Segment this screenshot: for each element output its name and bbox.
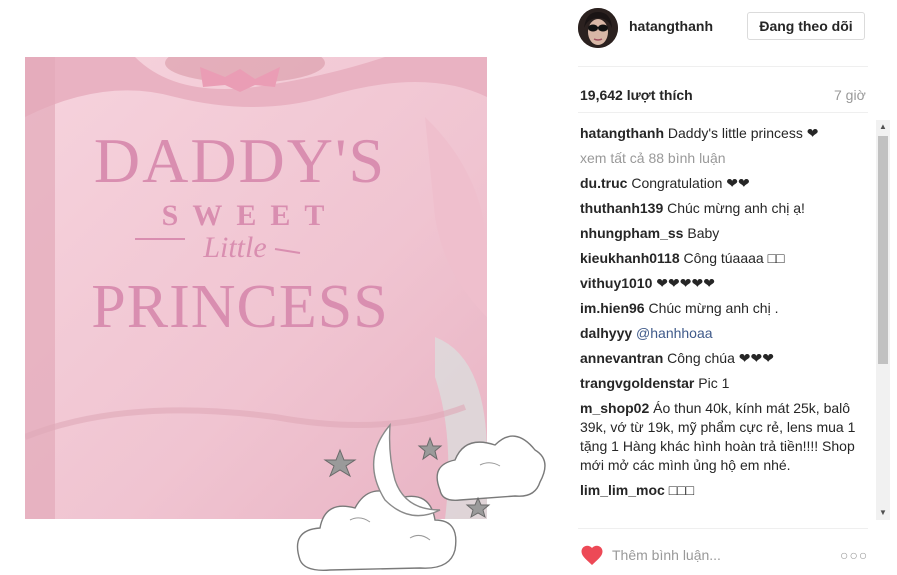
scroll-down-arrow-icon[interactable]: ▼ bbox=[876, 506, 890, 520]
comment-item: du.truc Congratulation ❤❤ bbox=[580, 174, 872, 193]
print-daddys: DADDY'S bbox=[94, 125, 386, 196]
comment-item: lim_lim_moc □□□ bbox=[580, 481, 872, 500]
comment-user[interactable]: dalhyyy bbox=[580, 325, 632, 341]
user-avatar[interactable] bbox=[578, 8, 618, 48]
comment-item: m_shop02 Áo thun 40k, kính mát 25k, balô… bbox=[580, 399, 872, 475]
following-button[interactable]: Đang theo dõi bbox=[747, 12, 865, 40]
more-options-icon[interactable]: ○○○ bbox=[840, 547, 868, 563]
comment-text: Daddy's little princess ❤ bbox=[667, 125, 819, 141]
avatar-image bbox=[578, 8, 618, 48]
comment-user[interactable]: im.hien96 bbox=[580, 300, 645, 316]
add-comment-input[interactable] bbox=[612, 544, 812, 566]
comment-item: im.hien96 Chúc mừng anh chị . bbox=[580, 299, 872, 318]
post-header: hatangthanh Đang theo dõi bbox=[578, 5, 868, 50]
cloud-sticker bbox=[296, 422, 546, 571]
view-all-comments-link[interactable]: xem tất cả 88 bình luận bbox=[580, 149, 872, 168]
divider bbox=[578, 66, 868, 67]
comment-text: Chúc mừng anh chị . bbox=[648, 300, 779, 316]
comment-text: Công túaaaa □□ bbox=[683, 250, 785, 266]
comment-user[interactable]: hatangthanh bbox=[580, 125, 664, 141]
likes-count[interactable]: 19,642 lượt thích bbox=[580, 87, 693, 103]
comment-item: nhungpham_ss Baby bbox=[580, 224, 872, 243]
comment-user[interactable]: annevantran bbox=[580, 350, 663, 366]
comment-item: kieukhanh0118 Công túaaaa □□ bbox=[580, 249, 872, 268]
comment-text: Pic 1 bbox=[698, 375, 730, 391]
comment-item: dalhyyy @hanhhoaa bbox=[580, 324, 872, 343]
comment-item: vithuy1010 ❤❤❤❤❤ bbox=[580, 274, 872, 293]
comment-user[interactable]: nhungpham_ss bbox=[580, 225, 683, 241]
comment-text: Baby bbox=[687, 225, 720, 241]
comment-user[interactable]: m_shop02 bbox=[580, 400, 649, 416]
comment-text: ❤❤❤❤❤ bbox=[656, 275, 715, 291]
comment-item: trangvgoldenstar Pic 1 bbox=[580, 374, 872, 393]
comment-user[interactable]: trangvgoldenstar bbox=[580, 375, 694, 391]
caption: hatangthanh Daddy's little princess ❤ bbox=[580, 124, 872, 143]
comment-item: annevantran Công chúa ❤❤❤ bbox=[580, 349, 872, 368]
comment-user[interactable]: kieukhanh0118 bbox=[580, 250, 680, 266]
print-princess: PRINCESS bbox=[91, 273, 388, 341]
comment-text: Congratulation ❤❤ bbox=[631, 175, 750, 191]
print-little: Little bbox=[202, 231, 266, 264]
scroll-thumb[interactable] bbox=[878, 136, 888, 364]
comment-user[interactable]: du.truc bbox=[580, 175, 627, 191]
comment-text: Chúc mừng anh chị ạ! bbox=[667, 200, 805, 216]
comment-text: Công chúa ❤❤❤ bbox=[667, 350, 774, 366]
comments-scrollbar[interactable]: ▲ ▼ bbox=[876, 120, 890, 520]
comment-text: □□□ bbox=[668, 482, 695, 498]
divider bbox=[578, 112, 868, 113]
like-heart-icon[interactable] bbox=[580, 544, 604, 566]
comments-list: hatangthanh Daddy's little princess ❤ xe… bbox=[580, 124, 872, 519]
scroll-up-arrow-icon[interactable]: ▲ bbox=[876, 120, 890, 134]
comment-user[interactable]: lim_lim_moc bbox=[580, 482, 665, 498]
divider bbox=[578, 528, 868, 529]
comment-user[interactable]: thuthanh139 bbox=[580, 200, 663, 216]
comment-text: @hanhhoaa bbox=[636, 325, 713, 341]
comment-user[interactable]: vithuy1010 bbox=[580, 275, 652, 291]
username-link[interactable]: hatangthanh bbox=[629, 18, 713, 34]
print-sweet: SWEET bbox=[162, 199, 339, 232]
comment-item: thuthanh139 Chúc mừng anh chị ạ! bbox=[580, 199, 872, 218]
post-time[interactable]: 7 giờ bbox=[834, 87, 866, 103]
